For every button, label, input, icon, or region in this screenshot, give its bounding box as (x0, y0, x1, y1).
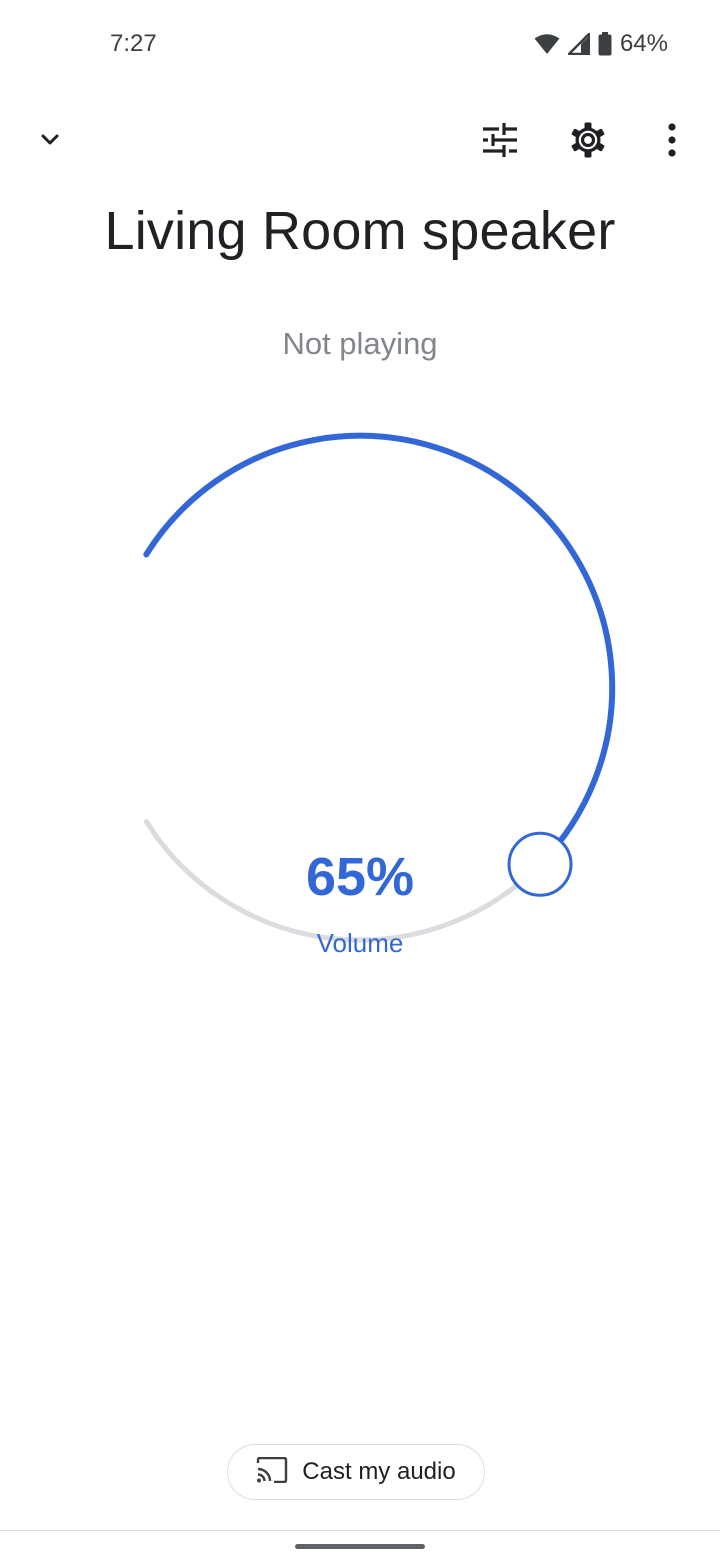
equalizer-button[interactable] (472, 114, 528, 170)
toolbar (0, 108, 720, 178)
home-indicator[interactable] (295, 1544, 425, 1549)
cast-button-label: Cast my audio (302, 1458, 456, 1485)
collapse-button[interactable] (22, 114, 78, 170)
status-bar: 7:27 64% (0, 0, 720, 92)
battery-icon (598, 32, 612, 56)
cast-icon (256, 1456, 288, 1488)
volume-value: 65% (305, 847, 415, 907)
settings-button[interactable] (560, 114, 616, 170)
equalizer-icon (481, 122, 519, 163)
status-icons: 64% (534, 30, 668, 58)
wifi-icon (534, 33, 560, 55)
cast-my-audio-button[interactable]: Cast my audio (227, 1444, 485, 1500)
volume-dial[interactable]: 65% Volume (0, 400, 720, 960)
volume-label: Volume (316, 928, 404, 958)
battery-percent: 64% (619, 30, 668, 57)
volume-active-arc (143, 432, 616, 868)
more-options-button[interactable] (644, 114, 700, 170)
device-name: Living Room speaker (104, 201, 616, 261)
playback-status: Not playing (282, 326, 438, 361)
more-vert-icon (667, 122, 677, 162)
bottom-divider (0, 1530, 720, 1531)
status-time: 7:27 (110, 30, 157, 57)
chevron-down-icon (38, 128, 62, 157)
gear-icon (569, 121, 607, 164)
cell-signal-icon (567, 33, 590, 55)
